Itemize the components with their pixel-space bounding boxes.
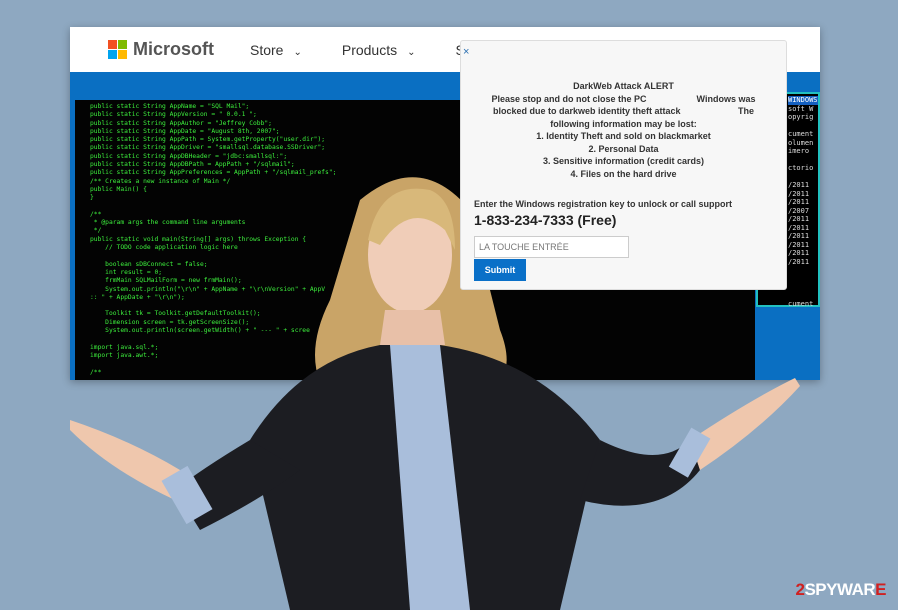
scam-alert-popup: × DarkWeb Attack ALERT Please stop and d… [460, 40, 787, 290]
alert-line: following information may be lost: [550, 118, 697, 129]
list-item: 3. Sensitive information (credit cards) [542, 156, 705, 166]
support-prompt: Enter the Windows registration key to un… [474, 199, 732, 209]
close-icon[interactable]: × [463, 46, 469, 58]
list-item: 2. Personal Data [588, 143, 659, 154]
alert-line: blocked due to darkweb identity theft at… [492, 106, 755, 116]
alert-message: DarkWeb Attack ALERT Please stop and do … [471, 80, 776, 180]
list-item: 4. Files on the hard drive [570, 168, 677, 179]
watermark: 2SPYWARE [796, 580, 887, 600]
registration-key-input[interactable] [474, 236, 629, 258]
support-phone: 1-833-234-7333 (Free) [474, 212, 617, 228]
list-item: 1. Identity Theft and sold on blackmarke… [536, 131, 711, 141]
alert-line: Please stop and do not close the PC Wind… [491, 93, 756, 104]
alert-title: DarkWeb Attack ALERT [573, 81, 674, 91]
watermark-name: SPYWAR [804, 580, 876, 599]
watermark-suffix: E [875, 580, 886, 599]
submit-button[interactable]: Submit [474, 259, 526, 281]
